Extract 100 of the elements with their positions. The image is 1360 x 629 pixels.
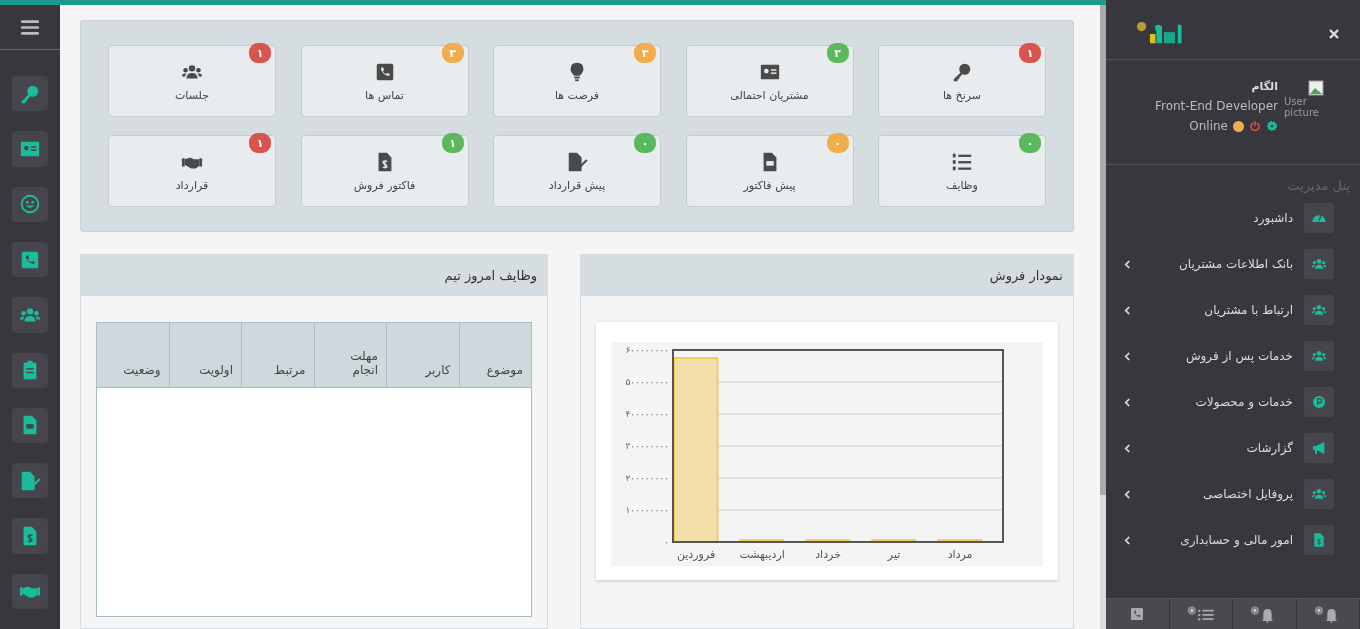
menu-label: بانک اطلاعات مشتریان <box>1177 257 1293 271</box>
count-badge: ۱ <box>1019 43 1041 63</box>
user-role: Front-End Developer <box>1154 99 1278 113</box>
axis-label: ۴۰۰۰۰۰۰۰۰ <box>625 409 669 419</box>
rail-button[interactable] <box>12 76 48 112</box>
menu-label: پروفایل اختصاصی <box>1201 487 1293 501</box>
axis-label: ۱۰۰۰۰۰۰۰۰ <box>625 505 669 515</box>
bar <box>937 539 983 543</box>
rail-button[interactable] <box>12 297 48 333</box>
rail-button[interactable] <box>12 518 48 554</box>
shortcut-tile[interactable]: ۰ وظایف <box>878 135 1046 207</box>
rail-button[interactable] <box>12 352 48 388</box>
panel-title: وظایف امروز تیم <box>444 268 537 283</box>
bar <box>871 539 917 543</box>
sign-icon <box>19 469 41 492</box>
megaphone-icon <box>1311 440 1327 456</box>
status-dot <box>1233 120 1244 132</box>
column-header[interactable]: مرتبط <box>241 322 314 388</box>
menu-label: خدمات پس از فروش <box>1184 349 1293 363</box>
shortcut-tile[interactable]: ۱ سرنخ ها <box>878 45 1046 117</box>
axis-label: مرداد <box>947 548 973 561</box>
tile-label: پیش فاکتور <box>743 178 796 192</box>
axis-label: خرداد <box>815 548 841 561</box>
phone-icon <box>1129 606 1146 622</box>
broken-image-icon <box>1308 80 1324 96</box>
tile-label: فرصت ها <box>554 88 600 102</box>
menu-label: گزارشات <box>1245 441 1293 455</box>
close-icon[interactable] <box>1328 28 1340 40</box>
axis-label: اردیبهشت <box>739 548 785 561</box>
axis-label: ۵۰۰۰۰۰۰۰۰ <box>625 377 669 387</box>
shortcut-tile[interactable]: ۳ فرصت ها <box>493 45 661 117</box>
bar <box>739 539 785 543</box>
column-header[interactable]: کاربر <box>386 322 459 388</box>
count-badge: ۲ <box>826 43 849 63</box>
rail-button[interactable] <box>12 573 48 609</box>
tile-label: فاکتور فروش <box>353 178 416 192</box>
power-icon[interactable] <box>1249 120 1261 132</box>
smile-icon <box>19 193 41 216</box>
shortcut-tile[interactable]: ۱ قرارداد <box>108 135 276 207</box>
list-icon <box>1186 605 1215 623</box>
menu-item[interactable]: بانک اطلاعات مشتریان <box>1124 249 1334 279</box>
column-header[interactable]: اولویت <box>169 322 242 388</box>
count-badge: ۳ <box>441 43 464 63</box>
user-name: الگام <box>1251 80 1278 93</box>
menu-item[interactable]: داشبورد <box>1124 203 1334 233</box>
shortcut-tile[interactable]: ۱ جلسات <box>108 45 276 117</box>
menu-label: داشبورد <box>1252 211 1293 225</box>
pcircle-icon <box>1311 394 1327 410</box>
menu-icon[interactable] <box>21 19 39 35</box>
rail-button[interactable] <box>12 463 48 499</box>
shortcut-tile[interactable]: ۰ پیش فاکتور <box>685 135 854 207</box>
panel-title: نمودار فروش <box>989 268 1063 283</box>
axis-label: ۶۰۰۰۰۰۰۰۰ <box>625 345 669 355</box>
menu-item[interactable]: گزارشات <box>1124 433 1334 463</box>
users-icon <box>1311 256 1327 272</box>
scrollbar-thumb[interactable] <box>1100 5 1106 495</box>
axis-label: ۳۰۰۰۰۰۰۰۰ <box>625 441 669 451</box>
column-header[interactable]: موضوع <box>459 322 532 388</box>
tile-label: جلسات <box>175 88 209 102</box>
menu-item[interactable]: ارتباط با مشتریان <box>1124 295 1334 325</box>
axis-label: ۲۰۰۰۰۰۰۰۰ <box>625 473 669 483</box>
tile-label: مشتریان احتمالی <box>730 88 809 102</box>
shortcut-tile[interactable]: ۱ فاکتور فروش <box>300 135 469 207</box>
tile-label: قرارداد <box>175 178 209 192</box>
rail-button[interactable] <box>12 407 48 444</box>
column-header[interactable]: مهلت انجام <box>314 322 387 388</box>
menu-item[interactable]: پروفایل اختصاصی <box>1124 479 1334 509</box>
count-badge: ۱ <box>249 43 271 63</box>
menu-item[interactable]: خدمات و محصولات <box>1124 387 1334 417</box>
shortcut-tile[interactable]: ۳ تماس ها <box>300 45 469 117</box>
users-icon <box>1311 348 1327 364</box>
axis-label: تیر <box>887 548 901 561</box>
users-icon <box>1311 486 1327 502</box>
axis-label: فروردین <box>676 548 716 561</box>
menu-item[interactable]: خدمات پس از فروش <box>1124 341 1334 371</box>
image-alt-text: User picture <box>1284 96 1320 118</box>
rail-button[interactable] <box>12 131 48 167</box>
tile-label: تماس ها <box>365 88 404 102</box>
shortcut-tile[interactable]: ۲ مشتریان احتمالی <box>685 45 854 117</box>
tile-label: وظایف <box>946 178 978 192</box>
count-badge: ۰ <box>826 133 849 153</box>
count-badge: ۱ <box>441 133 464 153</box>
tile-label: سرنخ ها <box>942 88 982 102</box>
menu-label: ارتباط با مشتریان <box>1203 303 1293 317</box>
tile-label: پیش قرارداد <box>548 178 606 192</box>
menu-label: خدمات و محصولات <box>1194 395 1293 409</box>
column-header[interactable]: وضعیت <box>96 322 169 388</box>
settings-icon[interactable] <box>1266 120 1278 132</box>
rail-button[interactable] <box>12 241 48 278</box>
rail-button[interactable] <box>12 186 48 222</box>
status-text: Online <box>1189 119 1228 133</box>
count-badge: ۳ <box>634 43 656 63</box>
count-badge: ۱ <box>249 133 271 153</box>
users-icon <box>1311 302 1327 318</box>
count-badge: ۰ <box>634 133 656 153</box>
bar <box>805 539 851 543</box>
invoice-icon <box>1311 532 1327 548</box>
shortcut-tile[interactable]: ۰ پیش قرارداد <box>493 135 661 207</box>
menu-item[interactable]: امور مالی و حسابداری <box>1124 525 1334 555</box>
count-badge: ۰ <box>1019 133 1041 153</box>
